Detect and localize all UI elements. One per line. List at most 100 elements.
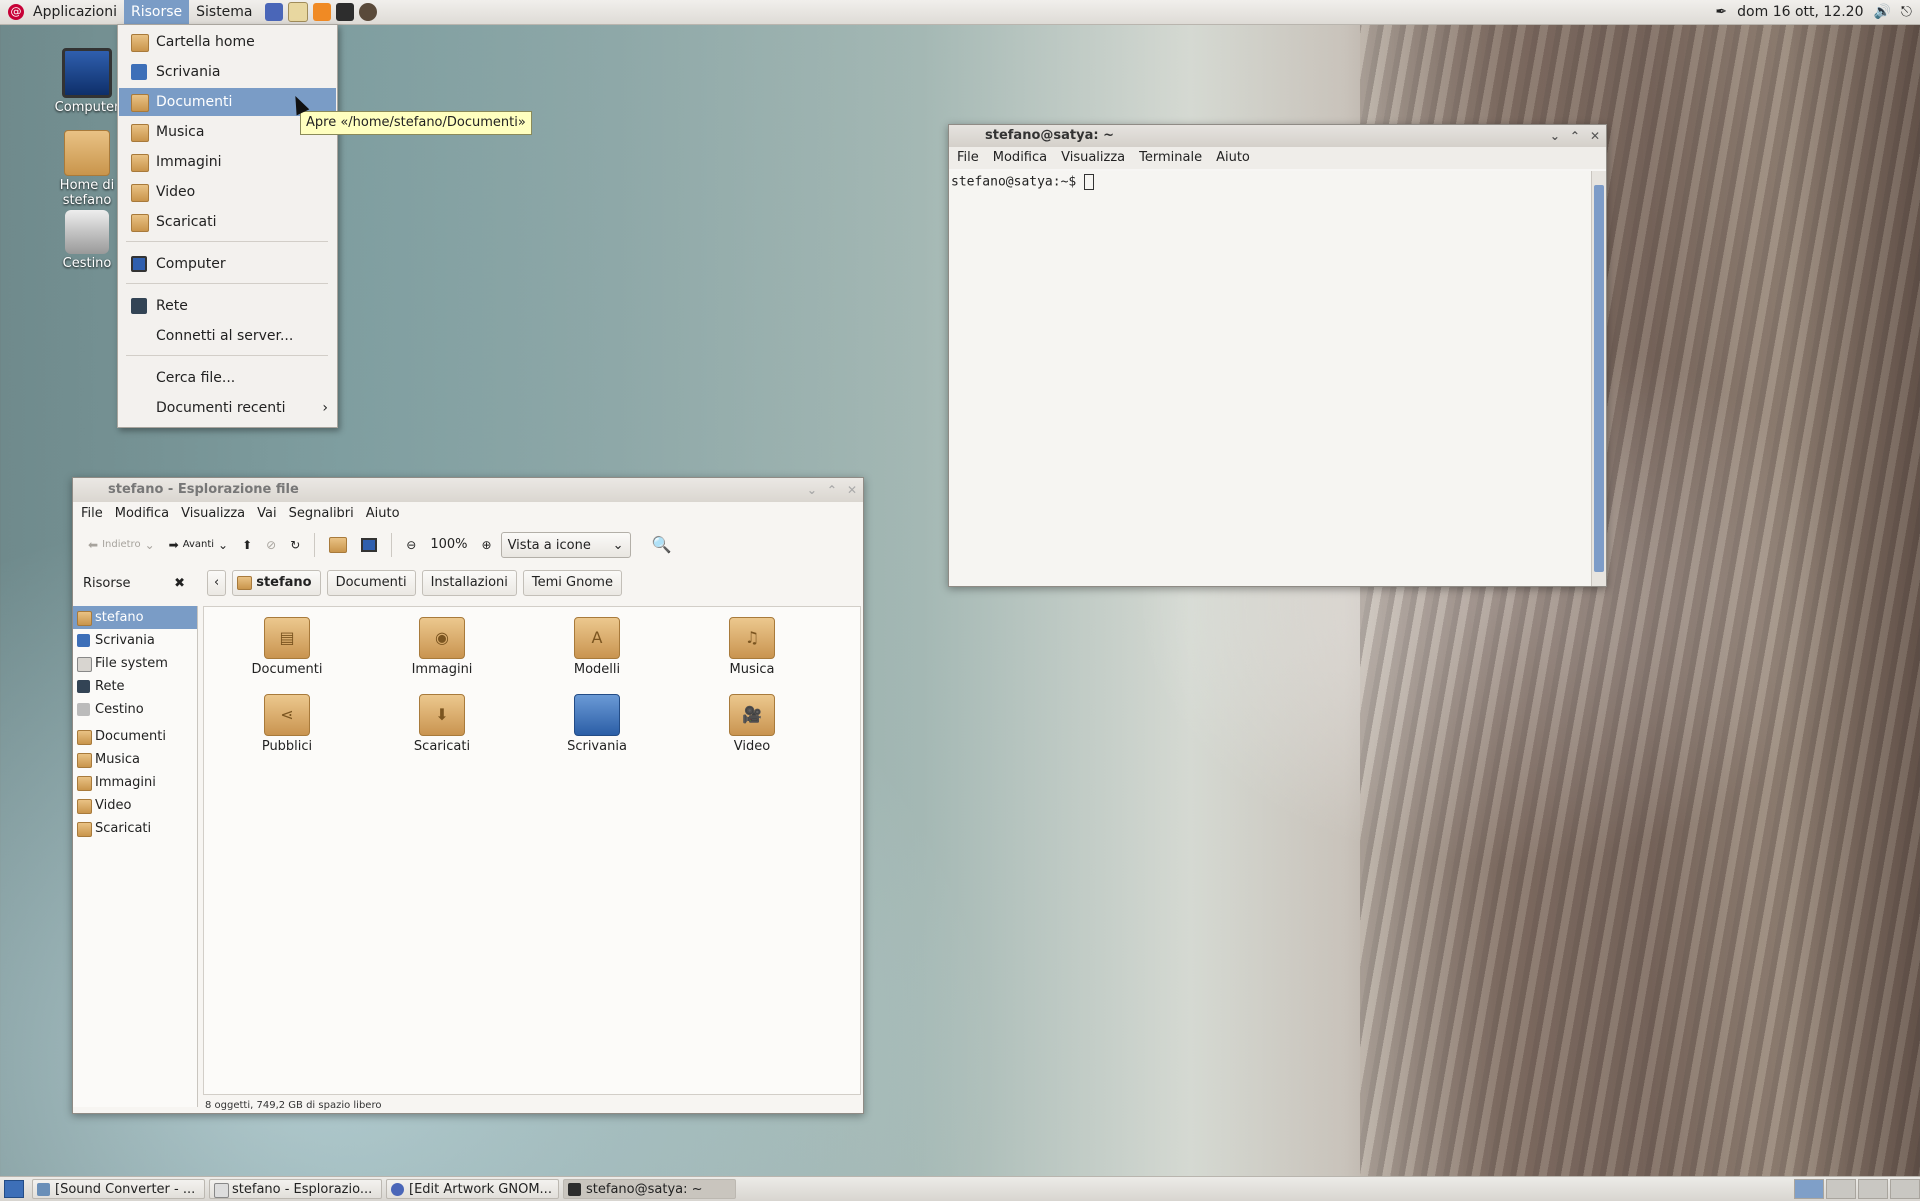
debian-logo-icon[interactable]: @ xyxy=(8,4,24,20)
chevron-down-icon[interactable]: ⌄ xyxy=(218,533,228,557)
zoom-out-button[interactable]: ⊖ xyxy=(401,533,421,557)
maximize-icon[interactable]: ⌃ xyxy=(827,478,837,502)
menu-item-documenti-recenti[interactable]: Documenti recenti › xyxy=(119,394,336,422)
file-item-scaricati[interactable]: ⬇ Scaricati xyxy=(382,694,502,754)
pen-icon[interactable]: ✒ xyxy=(1715,4,1727,20)
menu-item-rete[interactable]: Rete xyxy=(119,292,336,320)
minimize-icon[interactable]: ⌄ xyxy=(1550,125,1560,147)
sidebar-item-scrivania[interactable]: Scrivania xyxy=(73,629,197,652)
breadcrumb-documenti[interactable]: Documenti xyxy=(326,570,416,596)
sidebar-item-rete[interactable]: Rete xyxy=(73,675,197,698)
task-sound-converter[interactable]: [Sound Converter - ... xyxy=(32,1179,205,1199)
terminal-menu-aiuto[interactable]: Aiuto xyxy=(1216,147,1250,169)
back-button[interactable]: ⬅ Indietro ⌄ xyxy=(83,533,160,557)
sidebar-item-stefano[interactable]: stefano xyxy=(73,606,197,629)
menu-applicazioni[interactable]: Applicazioni xyxy=(26,0,124,24)
computer-button[interactable] xyxy=(356,533,382,557)
menu-risorse[interactable]: Risorse xyxy=(123,0,190,24)
computer-icon xyxy=(361,538,378,552)
breadcrumb-temi-gnome[interactable]: Temi Gnome xyxy=(522,570,622,596)
terminal-menu-terminale[interactable]: Terminale xyxy=(1139,147,1202,169)
menu-item-computer[interactable]: Computer xyxy=(119,250,336,278)
volume-icon[interactable]: 🔊 xyxy=(1873,4,1890,20)
terminal-scrollbar[interactable] xyxy=(1591,171,1606,586)
file-item-modelli[interactable]: A Modelli xyxy=(537,617,657,677)
sidebar-item-video[interactable]: Video xyxy=(73,794,197,817)
sidebar-item-cestino[interactable]: Cestino xyxy=(73,698,197,721)
workspace-2[interactable] xyxy=(1826,1179,1856,1199)
fm-icon-view[interactable]: ▤ Documenti ◉ Immagini A Modelli ♫ Musica ⋖ P… xyxy=(203,606,861,1095)
breadcrumb-stefano[interactable]: stefano xyxy=(232,570,321,596)
menu-item-label: Scrivania xyxy=(156,64,221,80)
terminal-menu-modifica[interactable]: Modifica xyxy=(993,147,1047,169)
zoom-in-button[interactable]: ⊕ xyxy=(477,533,497,557)
minimize-icon[interactable]: ⌄ xyxy=(807,478,817,502)
menu-item-cerca-file[interactable]: Cerca file... xyxy=(119,364,336,392)
rss-icon[interactable] xyxy=(312,3,331,21)
sidebar-item-immagini[interactable]: Immagini xyxy=(73,771,197,794)
close-icon[interactable]: ✕ xyxy=(1590,125,1600,147)
up-button[interactable]: ⬆ xyxy=(237,533,257,557)
file-item-documenti[interactable]: ▤ Documenti xyxy=(227,617,347,677)
breadcrumb-left-arrow[interactable]: ‹ xyxy=(207,570,227,596)
workspace-3[interactable] xyxy=(1858,1179,1888,1199)
breadcrumb-label: stefano xyxy=(256,575,312,590)
reload-button[interactable]: ↻ xyxy=(285,533,305,557)
workspace-4[interactable] xyxy=(1890,1179,1920,1199)
show-desktop-icon[interactable] xyxy=(4,1180,24,1198)
file-item-scrivania[interactable]: Scrivania xyxy=(537,694,657,754)
bottom-panel: [Sound Converter - ... stefano - Esplora… xyxy=(0,1176,1920,1201)
fm-menu-aiuto[interactable]: Aiuto xyxy=(366,502,400,526)
view-mode-select[interactable]: Vista a icone ⌄ xyxy=(500,532,631,558)
scrollbar-thumb[interactable] xyxy=(1594,185,1604,572)
fm-menu-vai[interactable]: Vai xyxy=(257,502,276,526)
workspace-1[interactable] xyxy=(1794,1179,1824,1199)
menu-item-video[interactable]: Video xyxy=(119,178,336,206)
close-icon[interactable]: ✕ xyxy=(847,478,857,502)
home-folder-icon xyxy=(77,611,92,626)
search-button[interactable]: 🔍 xyxy=(647,533,677,557)
clock[interactable]: dom 16 ott, 12.20 xyxy=(1737,4,1863,20)
forward-button[interactable]: ➡ Avanti ⌄ xyxy=(164,533,233,557)
terminal-icon[interactable] xyxy=(335,3,354,21)
chevron-down-icon[interactable]: ⌄ xyxy=(145,533,155,557)
task-edit-artwork[interactable]: [Edit Artwork GNOM... xyxy=(386,1179,559,1199)
sidebar-item-scaricati[interactable]: Scaricati xyxy=(73,817,197,840)
fm-menu-modifica[interactable]: Modifica xyxy=(115,502,169,526)
terminal-menu-file[interactable]: File xyxy=(957,147,979,169)
file-item-video[interactable]: 🎥 Video xyxy=(692,694,812,754)
breadcrumb-installazioni[interactable]: Installazioni xyxy=(421,570,517,596)
sidebar-item-documenti[interactable]: Documenti xyxy=(73,725,197,748)
terminal-titlebar[interactable]: stefano@satya: ~ ⌄ ⌃ ✕ xyxy=(949,125,1606,147)
browser-icon[interactable] xyxy=(264,3,283,21)
sidebar-mode-select[interactable]: Risorse ✖ xyxy=(73,576,197,591)
sidebar-item-musica[interactable]: Musica xyxy=(73,748,197,771)
menu-item-connetti-al-server[interactable]: Connetti al server... xyxy=(119,322,336,350)
file-item-immagini[interactable]: ◉ Immagini xyxy=(382,617,502,677)
menu-sistema[interactable]: Sistema xyxy=(189,0,259,24)
task-file-manager[interactable]: stefano - Esplorazio... xyxy=(209,1179,382,1199)
file-item-pubblici[interactable]: ⋖ Pubblici xyxy=(227,694,347,754)
camera-icon[interactable] xyxy=(358,3,377,21)
menu-item-cartella-home[interactable]: Cartella home xyxy=(119,28,336,56)
home-button[interactable] xyxy=(324,533,352,557)
menu-item-immagini[interactable]: Immagini xyxy=(119,148,336,176)
file-item-label: Musica xyxy=(729,662,775,677)
sidebar-item-file-system[interactable]: File system xyxy=(73,652,197,675)
menu-item-scrivania[interactable]: Scrivania xyxy=(119,58,336,86)
menu-item-scaricati[interactable]: Scaricati xyxy=(119,208,336,236)
terminal-screen[interactable]: stefano@satya:~$ xyxy=(949,171,1592,586)
fm-menu-segnalibri[interactable]: Segnalibri xyxy=(289,502,354,526)
terminal-menu-visualizza[interactable]: Visualizza xyxy=(1061,147,1125,169)
stop-button[interactable]: ⊘ xyxy=(261,533,281,557)
task-terminal[interactable]: stefano@satya: ~ xyxy=(563,1179,736,1199)
fm-titlebar[interactable]: stefano - Esplorazione file ⌄ ⌃ ✕ xyxy=(73,478,863,502)
close-sidebar-icon[interactable]: ✖ xyxy=(174,576,185,591)
calendar-icon[interactable] xyxy=(287,2,308,22)
fm-menu-file[interactable]: File xyxy=(81,502,103,526)
logout-icon[interactable]: ⎋ xyxy=(1901,4,1912,20)
maximize-icon[interactable]: ⌃ xyxy=(1570,125,1580,147)
fm-menu-visualizza[interactable]: Visualizza xyxy=(181,502,245,526)
menu-item-label: Connetti al server... xyxy=(156,328,294,344)
file-item-musica[interactable]: ♫ Musica xyxy=(692,617,812,677)
